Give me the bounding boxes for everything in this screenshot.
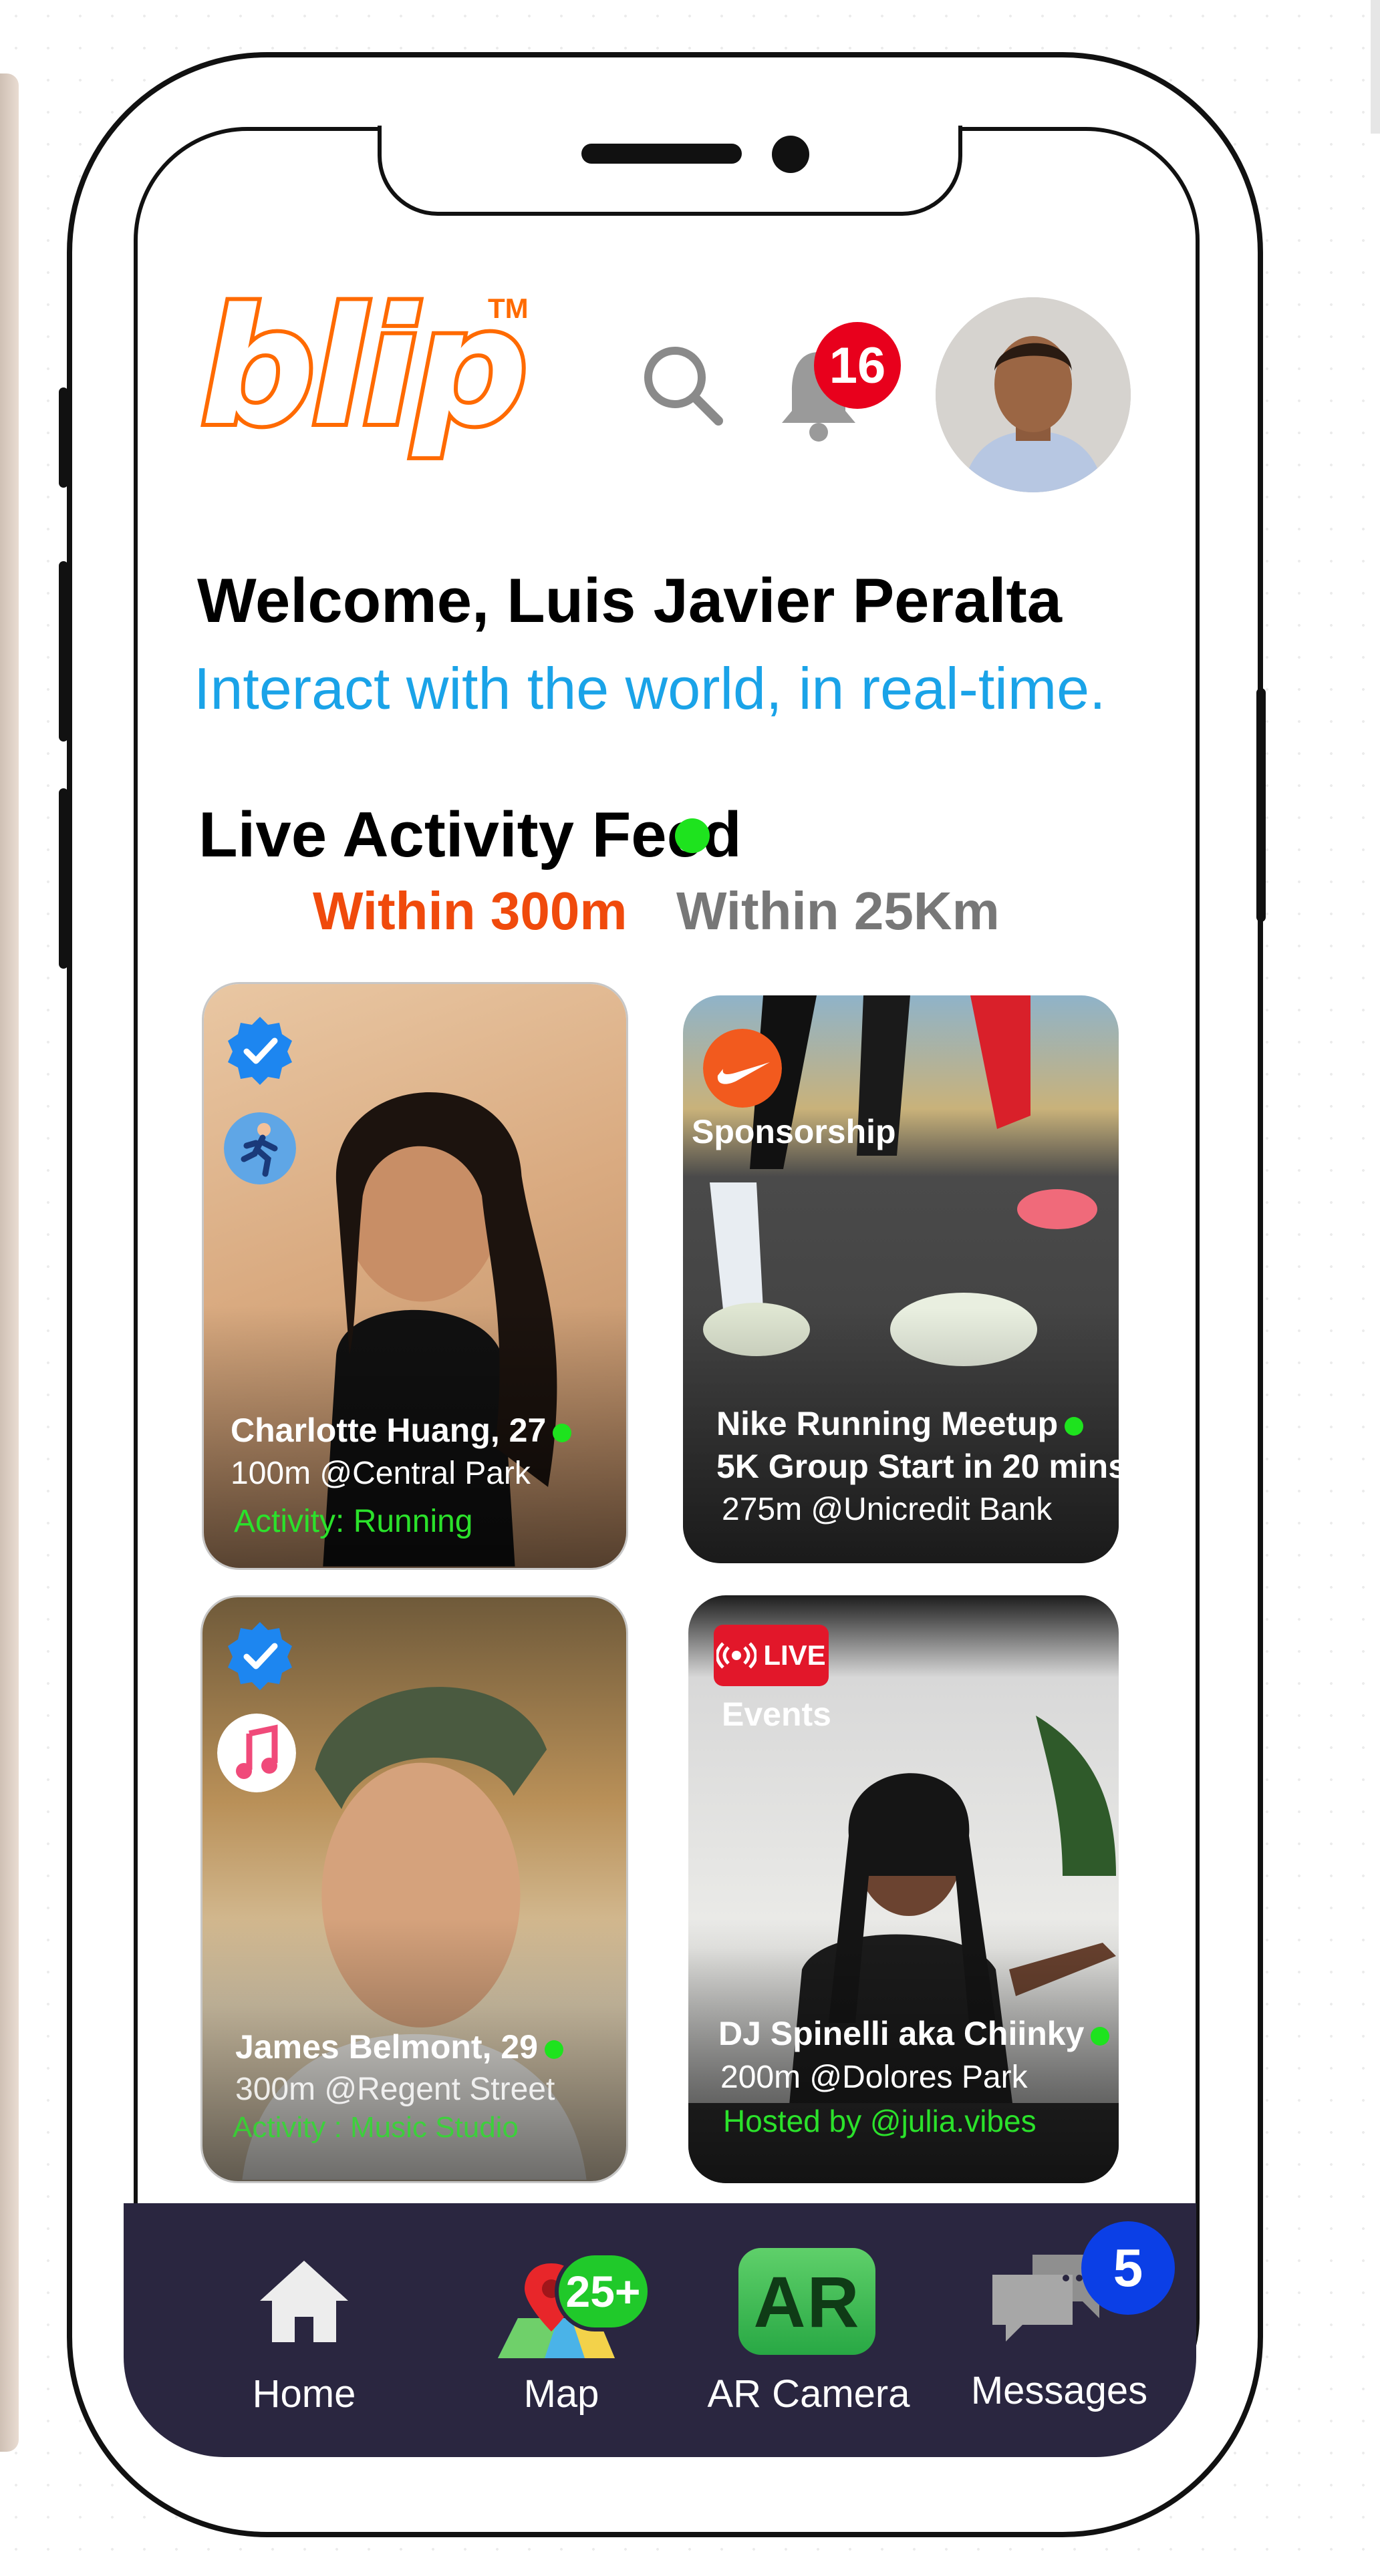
card-activity: Activity : Music Studio [233, 2111, 519, 2144]
card-location: 200m @Dolores Park [720, 2060, 1028, 2095]
ar-icon[interactable]: AR [738, 2248, 875, 2355]
card-location: 300m @Regent Street [235, 2072, 555, 2107]
online-dot [553, 1423, 572, 1442]
left-edge-photo [0, 73, 19, 2452]
card-host: Hosted by @julia.vibes [723, 2104, 1037, 2138]
verified-badge-icon [228, 1622, 292, 1690]
blip-logo[interactable]: blip [196, 283, 532, 452]
card-detail: 5K Group Start in 20 mins [716, 1448, 1127, 1485]
verified-badge-icon [228, 1017, 292, 1085]
live-label: LIVE [763, 1639, 826, 1671]
online-dot [544, 2040, 563, 2059]
side-button-volume-down [59, 788, 68, 969]
search-icon[interactable] [638, 341, 725, 428]
music-note-icon [217, 1714, 296, 1792]
welcome-title: Welcome, Luis Javier Peralta [197, 565, 1063, 635]
trademark-mark: TM [488, 293, 529, 324]
online-dot [1065, 1416, 1084, 1436]
messages-count-badge: 5 [1081, 2221, 1175, 2315]
live-status-dot [675, 818, 710, 853]
nike-swoosh-icon [703, 1029, 782, 1108]
home-icon [260, 2261, 348, 2342]
card-tag-sponsorship: Sponsorship [692, 1113, 896, 1150]
right-edge-strip [1371, 0, 1380, 134]
front-camera [772, 136, 809, 173]
welcome-tagline: Interact with the world, in real-time. [194, 655, 1106, 721]
side-button-mute [59, 387, 68, 488]
card-name: DJ Spinelli aka Chiinky [718, 2014, 1110, 2053]
side-button-volume-up [59, 561, 68, 742]
card-activity: Activity: Running [234, 1504, 473, 1539]
notification-count-badge: 16 [814, 322, 901, 409]
tab-within-25km[interactable]: Within 25Km [676, 880, 1000, 942]
card-name: Nike Running Meetup [716, 1404, 1084, 1443]
card-location: 275m @Unicredit Bank [722, 1492, 1053, 1527]
broadcast-icon [716, 1642, 757, 1669]
tab-within-300m[interactable]: Within 300m [313, 880, 627, 942]
nav-label-messages: Messages [970, 2369, 1148, 2412]
card-tag-events: Events [722, 1696, 831, 1733]
card-location: 100m @Central Park [231, 1456, 531, 1491]
card-name: James Belmont, 29 [235, 2028, 563, 2066]
runner-icon [224, 1112, 296, 1184]
phone-notch [378, 126, 962, 216]
nav-label-map: Map [523, 2372, 599, 2416]
speaker-grille [581, 144, 742, 164]
online-dot [1091, 2026, 1110, 2046]
nav-label-home: Home [252, 2372, 356, 2416]
card-name: Charlotte Huang, 27 [231, 1411, 572, 1450]
live-activity-feed-title: Live Activity Feed [198, 799, 742, 870]
live-badge: LIVE [714, 1625, 829, 1686]
nav-label-ar-camera: AR Camera [707, 2372, 910, 2416]
user-avatar[interactable] [936, 297, 1131, 492]
map-count-badge: 25+ [555, 2251, 652, 2331]
side-button-power [1256, 688, 1266, 922]
